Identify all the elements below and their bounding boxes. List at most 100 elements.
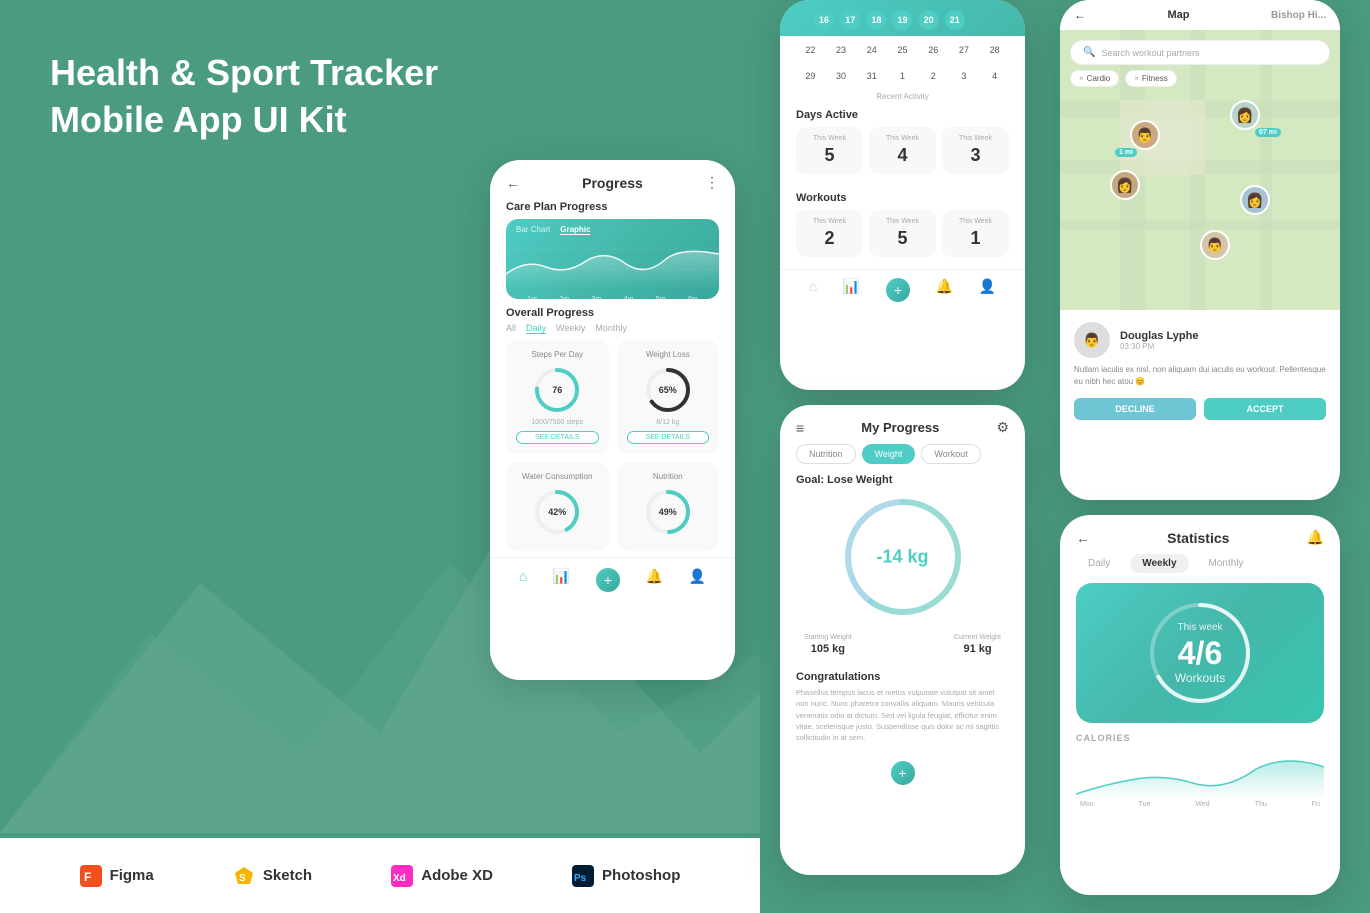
phone5-tabs: Daily Weekly Monthly xyxy=(1060,554,1340,583)
days-active-stats: This Week 5 This Week 4 This Week 3 xyxy=(796,127,1009,174)
nutrition-tab[interactable]: Nutrition xyxy=(796,444,856,464)
map-title: Map xyxy=(1168,9,1190,21)
decline-button[interactable]: DECLINE xyxy=(1074,398,1196,420)
close-fitness-icon[interactable]: × xyxy=(1134,74,1139,83)
fitness-tag[interactable]: × Fitness xyxy=(1125,70,1176,87)
statistics-title: Statistics xyxy=(1167,530,1229,546)
weekly-tab[interactable]: Weekly xyxy=(1130,554,1188,573)
weight-donut-big: -14 kg xyxy=(838,492,968,622)
back-icon[interactable]: ← xyxy=(506,175,520,191)
cal-date-17: 17 xyxy=(840,10,860,30)
days-stat-3: This Week 3 xyxy=(942,127,1009,174)
figma-tool: F Figma xyxy=(80,865,154,887)
chart-tab-bar[interactable]: Bar Chart xyxy=(516,225,550,235)
recent-activity-label: Recent Activity xyxy=(780,88,1025,103)
workout-tab[interactable]: Workout xyxy=(921,444,980,464)
days-stat-2: This Week 4 xyxy=(869,127,936,174)
nav-home-icon[interactable]: ⌂ xyxy=(519,568,527,592)
ps-tool: Ps Photoshop xyxy=(572,865,680,887)
stats-this-week-label: This week xyxy=(1177,622,1222,633)
stats-ring-svg xyxy=(1145,598,1255,708)
cal-date-29: 29 xyxy=(800,66,820,86)
chart-tab-graphic[interactable]: Graphic xyxy=(560,225,590,235)
congrats-section: Congratulations Phasellus tempus lacus e… xyxy=(780,663,1025,751)
cal-date-30: 30 xyxy=(831,66,851,86)
monthly-tab[interactable]: Monthly xyxy=(1197,554,1256,573)
calories-chart xyxy=(1076,749,1324,799)
accept-button[interactable]: ACCEPT xyxy=(1204,398,1326,420)
goal-title: Goal: Lose Weight xyxy=(780,472,1025,492)
days-active-section: Days Active This Week 5 This Week 4 This… xyxy=(780,103,1025,186)
cal-date-24: 24 xyxy=(862,40,882,60)
filter-monthly[interactable]: Monthly xyxy=(595,323,627,334)
phone3-header: ≡ My Progress ⚙ xyxy=(780,405,1025,444)
avatar-pin-4: 👩 xyxy=(1240,185,1270,215)
cal-row-1: 22 23 24 25 26 27 28 xyxy=(780,36,1025,64)
avatar-pin-3: 👩 xyxy=(1110,170,1140,200)
map-search-bar[interactable]: 🔍 Search workout partners xyxy=(1070,40,1330,65)
workout-stats: This Week 2 This Week 5 This Week 1 xyxy=(796,210,1009,257)
weight-tab[interactable]: Weight xyxy=(862,444,916,464)
cal-date-25: 25 xyxy=(892,40,912,60)
steps-percent: 76 xyxy=(552,385,562,395)
back5-icon[interactable]: ← xyxy=(1076,530,1090,546)
cal-date-22: 22 xyxy=(800,40,820,60)
cal-date-4: 4 xyxy=(985,66,1005,86)
close-cardio-icon[interactable]: × xyxy=(1079,74,1084,83)
search-placeholder: Search workout partners xyxy=(1101,48,1199,58)
nav-profile-icon[interactable]: 👤 xyxy=(689,568,706,592)
nav2-home-icon[interactable]: ⌂ xyxy=(809,278,817,302)
nav2-add-button[interactable]: + xyxy=(886,278,910,302)
steps-sub: 1000/7500 steps xyxy=(516,419,599,426)
location-label: Bishop Hi... xyxy=(1271,10,1326,21)
phone2-nav: ⌂ 📊 + 🔔 👤 xyxy=(780,269,1025,308)
cal-date-16: 16 xyxy=(814,10,834,30)
nav2-chart-icon[interactable]: 📊 xyxy=(843,278,860,302)
chat-user: 👨 Douglas Lyphe 03:30 PM xyxy=(1074,322,1326,358)
avatar-pin-2: 👩 xyxy=(1230,100,1260,130)
nav-chart-icon[interactable]: 📊 xyxy=(553,568,570,592)
cal-date-20: 20 xyxy=(919,10,939,30)
svg-text:Xd: Xd xyxy=(393,873,406,884)
cal-row-2: 29 30 31 1 2 3 4 xyxy=(780,64,1025,88)
steps-title: Steps Per Day xyxy=(516,350,599,359)
menu-icon[interactable]: ⋮ xyxy=(705,174,719,191)
xd-tool: Xd Adobe XD xyxy=(391,865,493,887)
nav-add-button[interactable]: + xyxy=(596,568,620,592)
weight-details-btn[interactable]: SEE DETAILS xyxy=(627,431,710,444)
workouts-title: Workouts xyxy=(796,192,1009,204)
filter-tabs: All Daily Weekly Monthly xyxy=(490,321,735,340)
cal-highlighted-row: 16 17 18 19 20 21 xyxy=(796,8,1009,32)
sketch-tool: S Sketch xyxy=(233,865,312,887)
weight-sub: 8/12 kg xyxy=(627,419,710,426)
days-active-title: Days Active xyxy=(796,109,1009,121)
map-tags: × Cardio × Fitness xyxy=(1070,70,1177,87)
nav-bell-icon[interactable]: 🔔 xyxy=(646,568,663,592)
calories-section: CALORIES Mon Tue Wed Thu Fri xyxy=(1060,723,1340,814)
steps-details-btn[interactable]: SEE DETAILS xyxy=(516,431,599,444)
cal-date-1: 1 xyxy=(892,66,912,86)
settings3-icon[interactable]: ⚙ xyxy=(996,419,1009,436)
phone-calendar: 16 17 18 19 20 21 22 23 24 25 26 27 28 2… xyxy=(780,0,1025,390)
nav2-profile-icon[interactable]: 👤 xyxy=(979,278,996,302)
nav2-bell-icon[interactable]: 🔔 xyxy=(936,278,953,302)
nutrition-title: Nutrition xyxy=(627,472,710,481)
back4-icon[interactable]: ← xyxy=(1074,8,1086,22)
nutrition-card: Nutrition 49% xyxy=(617,462,720,551)
current-weight: Current Weight 91 kg xyxy=(954,634,1001,655)
workouts-section: Workouts This Week 2 This Week 5 This We… xyxy=(780,186,1025,269)
avatar-pin-1: 👨 xyxy=(1130,120,1160,150)
daily-tab[interactable]: Daily xyxy=(1076,554,1122,573)
bell5-icon[interactable]: 🔔 xyxy=(1307,529,1324,546)
cardio-tag[interactable]: × Cardio xyxy=(1070,70,1119,87)
phone1-title: Progress xyxy=(582,175,643,191)
filter-weekly[interactable]: Weekly xyxy=(556,323,585,334)
filter-all[interactable]: All xyxy=(506,323,516,334)
search-icon: 🔍 xyxy=(1083,47,1095,58)
cal-date-21: 21 xyxy=(945,10,965,30)
filter-daily[interactable]: Daily xyxy=(526,323,546,334)
cal-date-26: 26 xyxy=(923,40,943,60)
phone3-fab[interactable]: + xyxy=(891,761,915,785)
menu3-icon[interactable]: ≡ xyxy=(796,420,804,436)
workout-stat-3: This Week 1 xyxy=(942,210,1009,257)
